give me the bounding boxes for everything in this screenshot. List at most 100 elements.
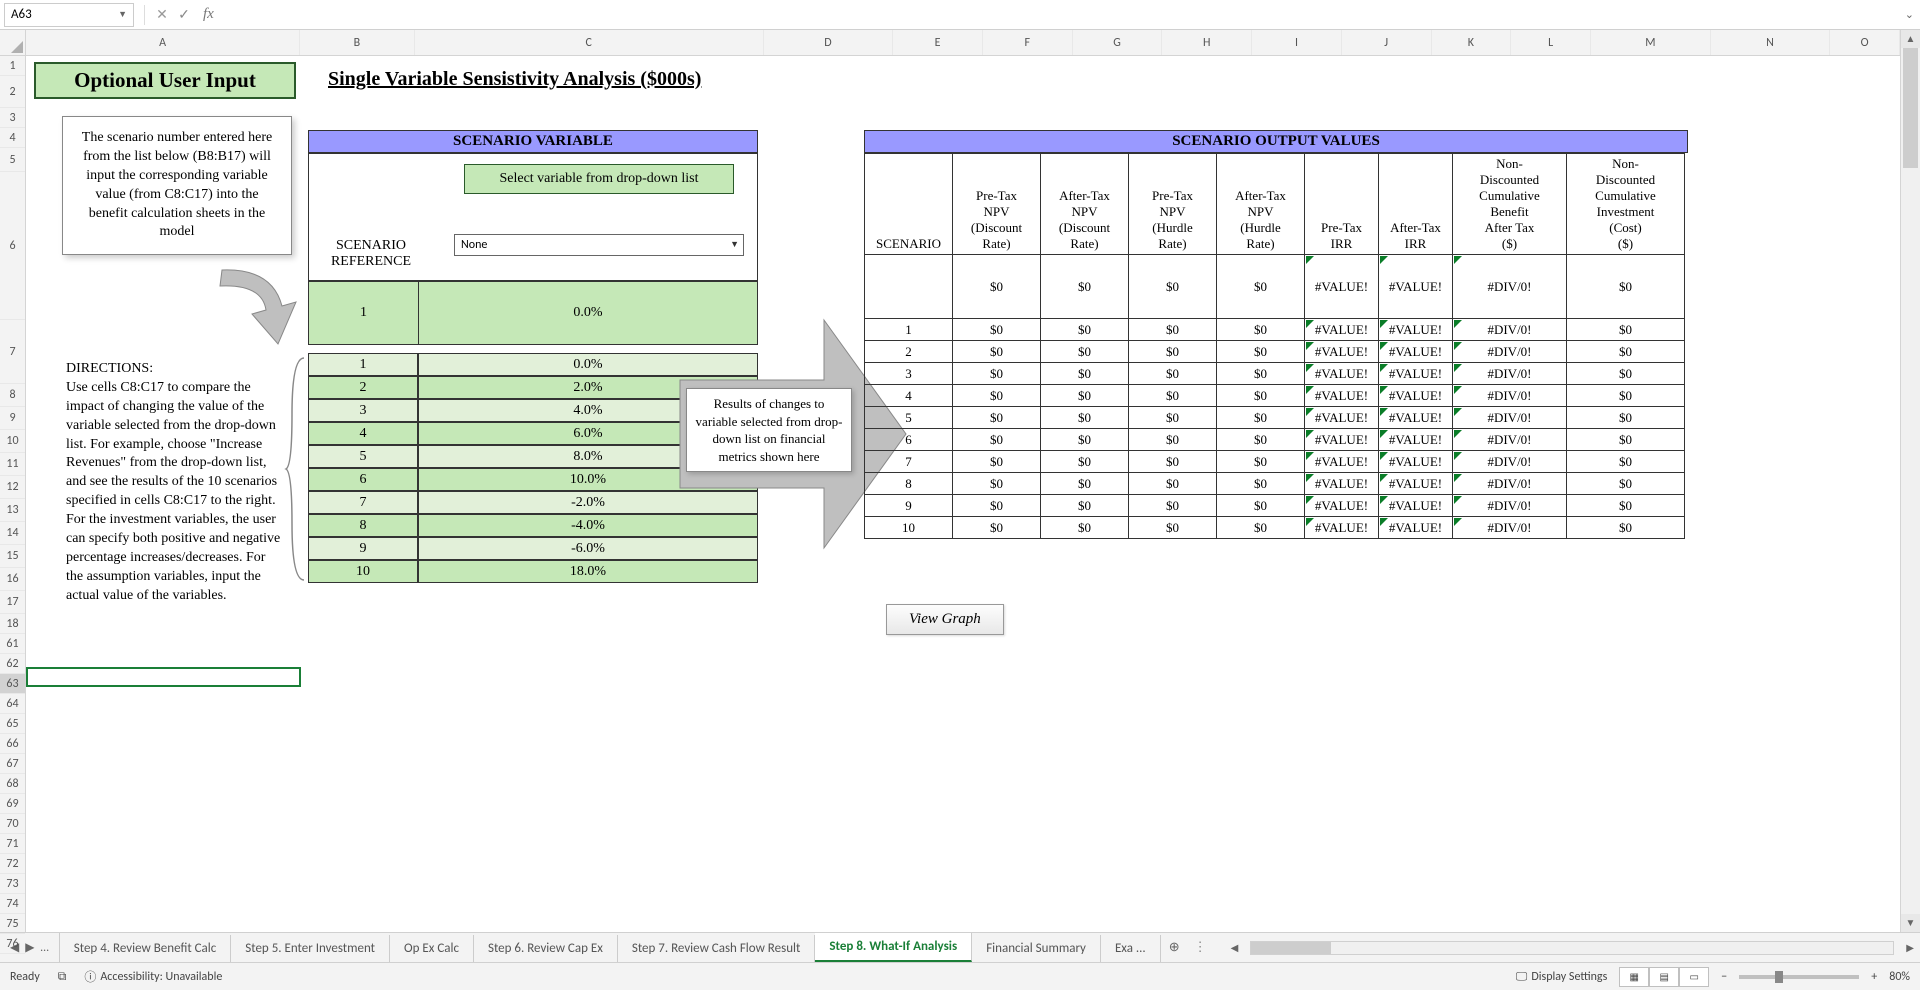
column-header[interactable]: G xyxy=(1073,30,1163,55)
output-cell[interactable]: #VALUE! xyxy=(1305,341,1379,363)
column-header[interactable]: H xyxy=(1162,30,1252,55)
zoom-slider[interactable] xyxy=(1739,975,1859,979)
output-cell[interactable]: $0 xyxy=(1041,495,1129,517)
column-header[interactable]: E xyxy=(893,30,983,55)
output-cell[interactable]: 7 xyxy=(865,451,953,473)
output-big-cell[interactable]: #DIV/0! xyxy=(1453,255,1567,319)
output-cell[interactable]: $0 xyxy=(953,495,1041,517)
output-cell[interactable]: $0 xyxy=(1041,429,1129,451)
row-header[interactable]: 63 xyxy=(0,674,25,694)
output-big-cell[interactable]: $0 xyxy=(953,255,1041,319)
output-cell[interactable]: $0 xyxy=(1217,363,1305,385)
output-cell[interactable]: #DIV/0! xyxy=(1453,451,1567,473)
output-cell[interactable]: $0 xyxy=(1217,451,1305,473)
output-cell[interactable]: $0 xyxy=(953,451,1041,473)
output-cell[interactable]: $0 xyxy=(1567,385,1685,407)
row-header[interactable]: 62 xyxy=(0,654,25,674)
sheet-tab[interactable]: Step 6. Review Cap Ex xyxy=(474,935,618,962)
output-cell[interactable]: $0 xyxy=(1567,495,1685,517)
output-cell[interactable]: #DIV/0! xyxy=(1453,429,1567,451)
row-header[interactable]: 18 xyxy=(0,614,25,634)
output-cell[interactable]: $0 xyxy=(1129,363,1217,385)
output-cell[interactable]: $0 xyxy=(1041,407,1129,429)
output-cell[interactable]: $0 xyxy=(1567,517,1685,539)
row-header[interactable]: 11 xyxy=(0,453,25,476)
row-header[interactable]: 64 xyxy=(0,694,25,714)
row-header[interactable]: 68 xyxy=(0,774,25,794)
fx-label[interactable]: fx xyxy=(203,6,214,23)
output-cell[interactable]: #VALUE! xyxy=(1305,473,1379,495)
output-cell[interactable]: #DIV/0! xyxy=(1453,363,1567,385)
output-cell[interactable]: #VALUE! xyxy=(1305,363,1379,385)
zoom-level[interactable]: 80% xyxy=(1889,970,1910,984)
output-cell[interactable]: #VALUE! xyxy=(1305,451,1379,473)
column-header[interactable]: O xyxy=(1830,30,1900,55)
macro-recorder-icon[interactable]: ⧉ xyxy=(58,970,67,984)
row-header[interactable]: 7 xyxy=(0,320,25,384)
tab-nav-next-icon[interactable]: ▶ xyxy=(25,940,34,955)
output-cell[interactable]: $0 xyxy=(1567,363,1685,385)
scenario-num-cell[interactable]: 9 xyxy=(308,537,418,560)
selected-cell[interactable] xyxy=(26,667,301,687)
row-header[interactable]: 3 xyxy=(0,108,25,128)
output-big-cell[interactable]: $0 xyxy=(1041,255,1129,319)
row-header[interactable]: 74 xyxy=(0,894,25,914)
row-header[interactable]: 70 xyxy=(0,814,25,834)
column-header[interactable]: I xyxy=(1252,30,1342,55)
sheet-tab[interactable]: Financial Summary xyxy=(972,935,1101,962)
sheet-tab[interactable]: Op Ex Calc xyxy=(390,935,474,962)
output-cell[interactable]: #VALUE! xyxy=(1379,495,1453,517)
column-header[interactable]: J xyxy=(1342,30,1432,55)
output-cell[interactable]: #VALUE! xyxy=(1305,407,1379,429)
row-header[interactable]: 4 xyxy=(0,128,25,148)
chevron-down-icon[interactable]: ▼ xyxy=(118,9,127,20)
name-box[interactable]: A63 ▼ xyxy=(4,3,134,27)
output-cell[interactable]: $0 xyxy=(1217,385,1305,407)
zoom-in-icon[interactable]: + xyxy=(1871,970,1877,984)
output-cell[interactable]: #VALUE! xyxy=(1379,473,1453,495)
output-cell[interactable]: #VALUE! xyxy=(1379,319,1453,341)
output-big-cell[interactable]: $0 xyxy=(1217,255,1305,319)
row-header[interactable]: 8 xyxy=(0,384,25,407)
scenario-num-cell[interactable]: 7 xyxy=(308,491,418,514)
output-cell[interactable]: $0 xyxy=(1567,473,1685,495)
column-header[interactable]: F xyxy=(983,30,1073,55)
output-cell[interactable]: #VALUE! xyxy=(1379,363,1453,385)
output-cell[interactable]: #VALUE! xyxy=(1379,407,1453,429)
output-cell[interactable]: #VALUE! xyxy=(1305,495,1379,517)
display-settings-button[interactable]: 🖵 Display Settings xyxy=(1516,970,1607,984)
output-cell[interactable]: #VALUE! xyxy=(1305,385,1379,407)
output-cell[interactable]: $0 xyxy=(1217,319,1305,341)
output-big-cell[interactable]: $0 xyxy=(1129,255,1217,319)
output-cell[interactable]: $0 xyxy=(1217,495,1305,517)
sheet-tab[interactable]: Step 4. Review Benefit Calc xyxy=(60,935,232,962)
scroll-thumb[interactable] xyxy=(1903,48,1918,168)
output-cell[interactable]: $0 xyxy=(1041,385,1129,407)
output-cell[interactable]: $0 xyxy=(1041,341,1129,363)
row-header[interactable]: 9 xyxy=(0,407,25,430)
output-cell[interactable]: $0 xyxy=(953,363,1041,385)
view-graph-button[interactable]: View Graph xyxy=(886,604,1004,635)
output-cell[interactable]: $0 xyxy=(1567,451,1685,473)
row-header[interactable]: 71 xyxy=(0,834,25,854)
output-cell[interactable]: #DIV/0! xyxy=(1453,473,1567,495)
output-cell[interactable]: 1 xyxy=(865,319,953,341)
output-cell[interactable]: 10 xyxy=(865,517,953,539)
output-cell[interactable]: $0 xyxy=(953,407,1041,429)
zoom-out-icon[interactable]: − xyxy=(1721,970,1727,984)
output-cell[interactable]: $0 xyxy=(1567,341,1685,363)
output-cell[interactable]: 6 xyxy=(865,429,953,451)
output-cell[interactable]: $0 xyxy=(1041,451,1129,473)
row-header[interactable]: 16 xyxy=(0,568,25,591)
output-cell[interactable]: #DIV/0! xyxy=(1453,385,1567,407)
scenario-num-cell[interactable]: 4 xyxy=(308,422,418,445)
output-cell[interactable]: $0 xyxy=(1567,407,1685,429)
output-cell[interactable]: #VALUE! xyxy=(1379,341,1453,363)
output-cell[interactable]: #VALUE! xyxy=(1305,319,1379,341)
row-header[interactable]: 72 xyxy=(0,854,25,874)
output-cell[interactable]: $0 xyxy=(953,385,1041,407)
output-cell[interactable]: $0 xyxy=(953,319,1041,341)
horizontal-scrollbar[interactable] xyxy=(1250,941,1894,955)
output-cell[interactable]: $0 xyxy=(1567,429,1685,451)
output-cell[interactable]: $0 xyxy=(1217,517,1305,539)
